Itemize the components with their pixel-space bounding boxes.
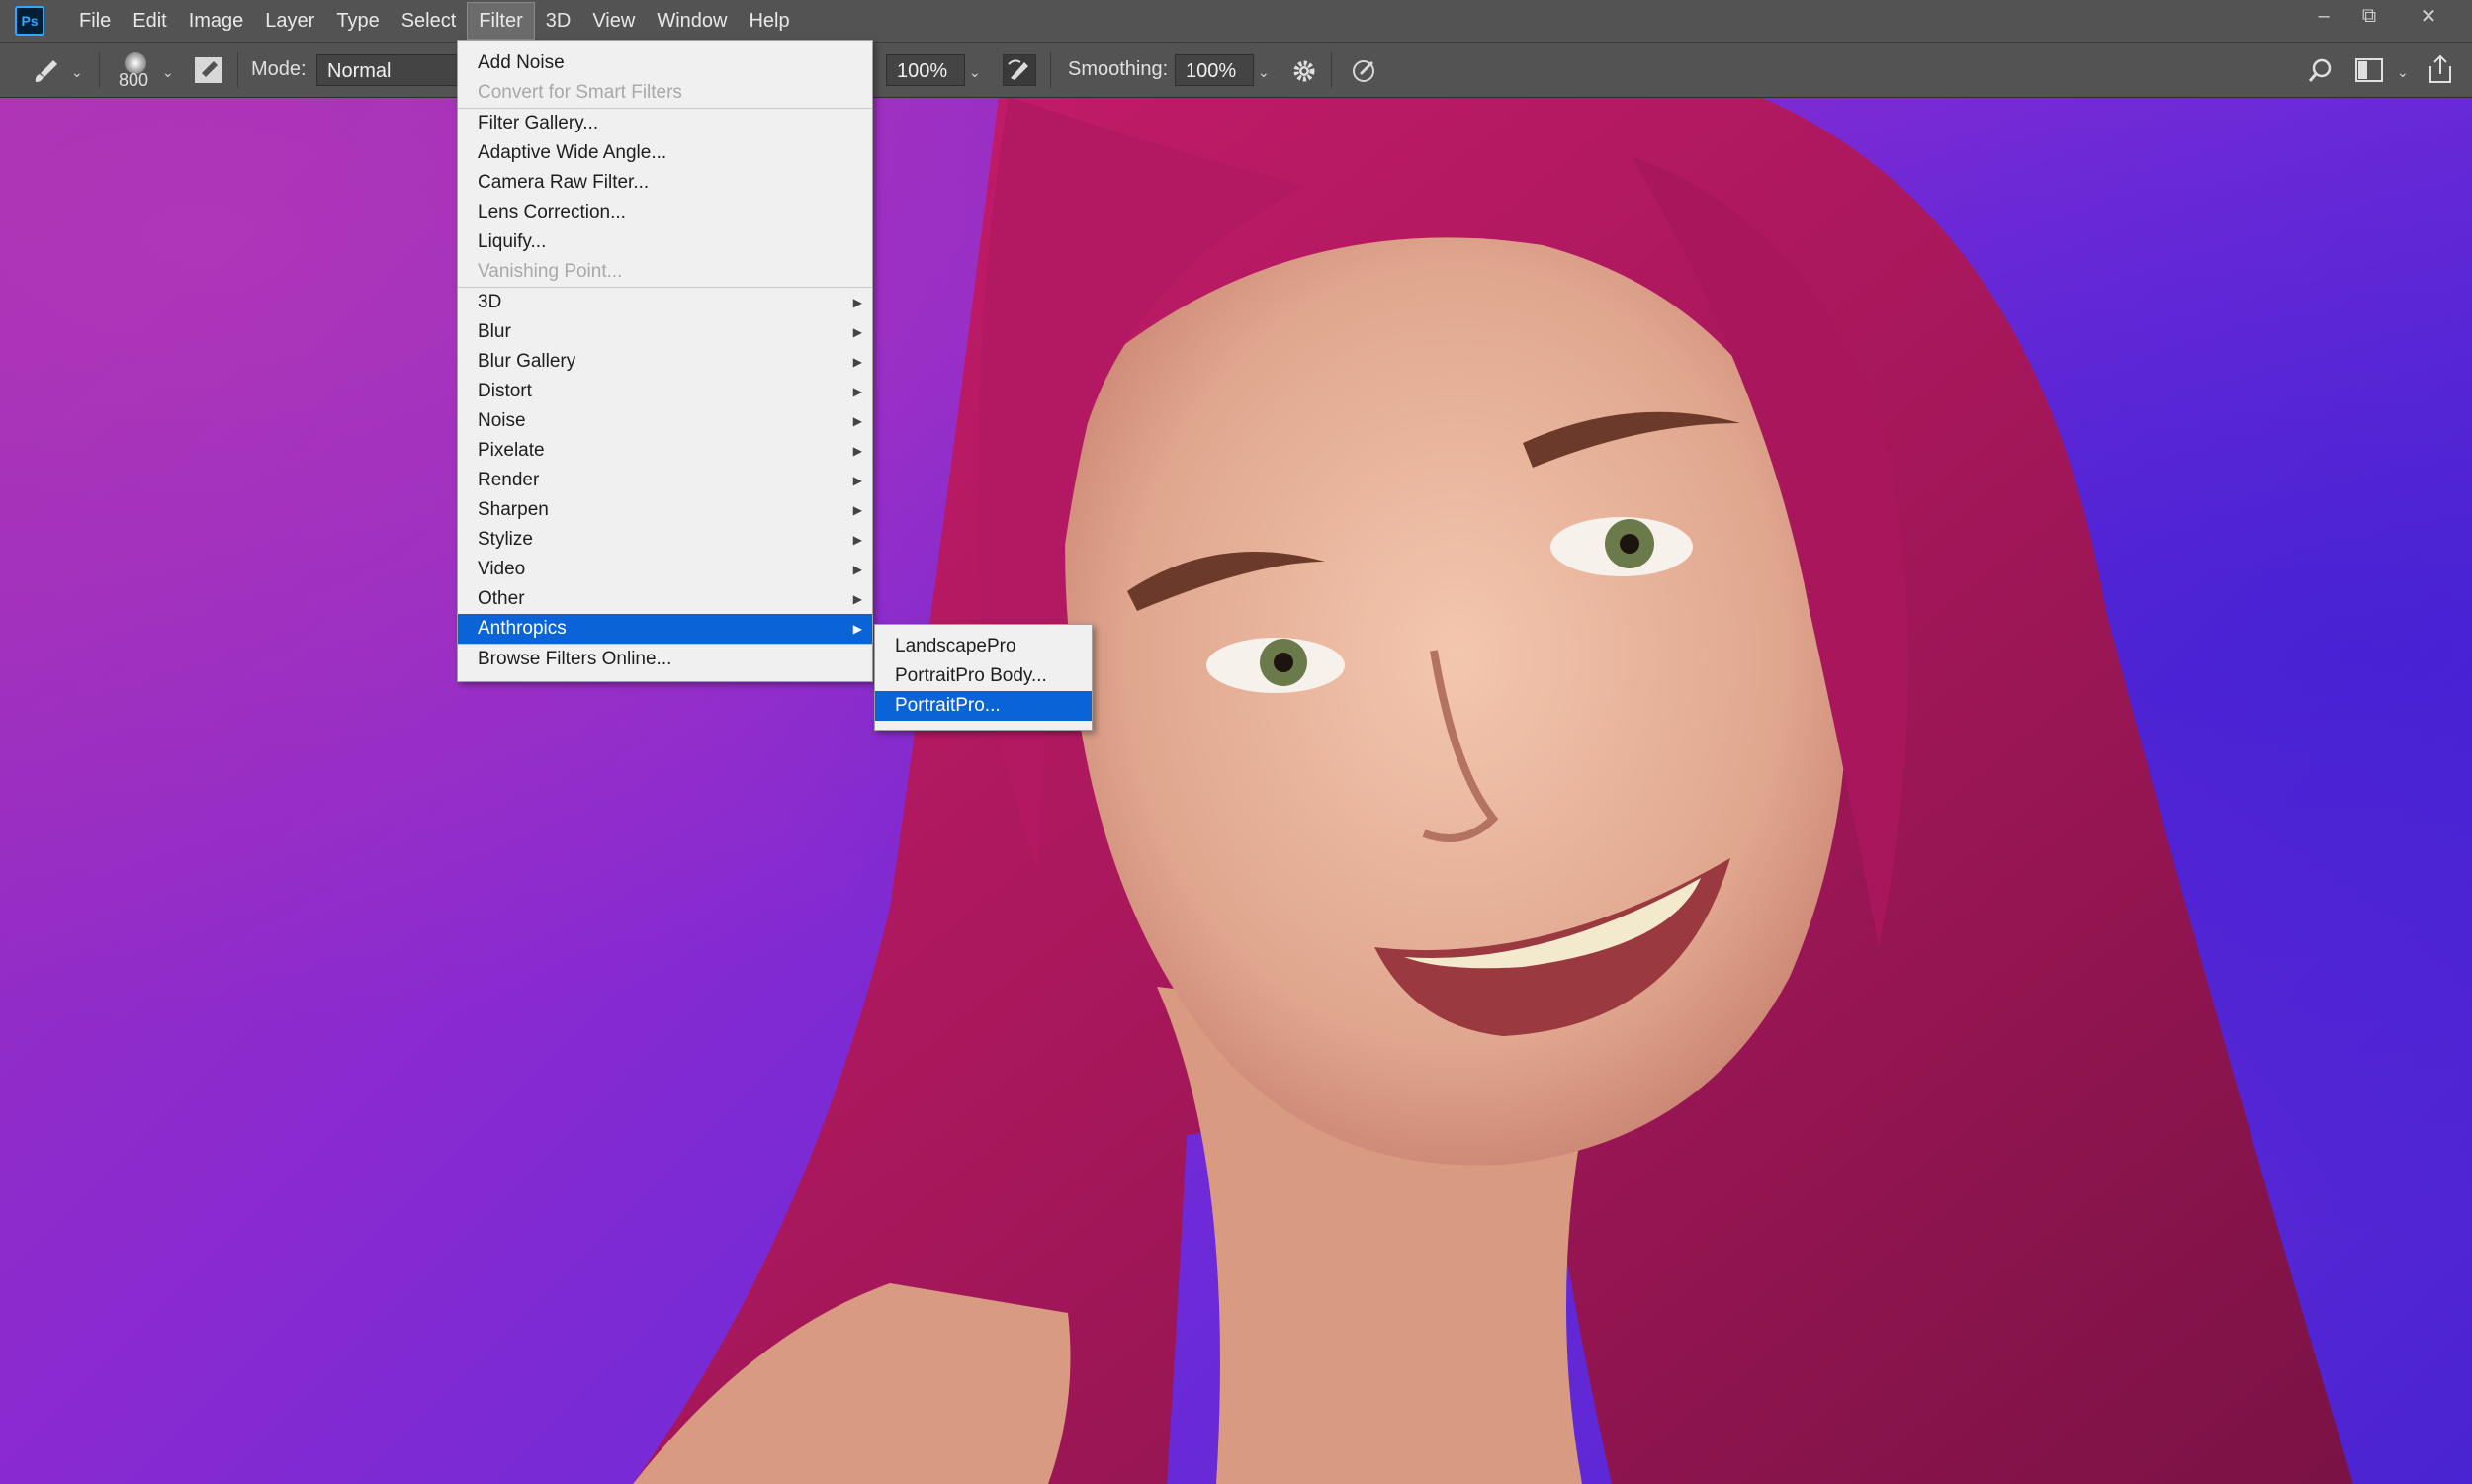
restore-button[interactable]: ⧉ bbox=[2340, 0, 2399, 32]
share-icon[interactable] bbox=[2427, 54, 2454, 84]
settings-gear-icon[interactable] bbox=[1291, 58, 1317, 84]
menu-item-label: Other bbox=[478, 588, 525, 609]
menu-item-label: Video bbox=[478, 559, 526, 579]
toggle-brush-panel-icon[interactable] bbox=[194, 56, 223, 84]
menu-item-add-noise[interactable]: Add Noise bbox=[458, 48, 872, 78]
menu-item-camera-raw-filter[interactable]: Camera Raw Filter... bbox=[458, 168, 872, 198]
search-icon[interactable] bbox=[2308, 58, 2334, 84]
menu-item-label: Render bbox=[478, 470, 540, 490]
submenu-arrow-icon: ▶ bbox=[852, 533, 862, 547]
submenu-item-portraitpro-body[interactable]: PortraitPro Body... bbox=[875, 661, 1092, 691]
submenu-arrow-icon: ▶ bbox=[852, 385, 862, 398]
submenu-arrow-icon: ▶ bbox=[852, 592, 862, 606]
menu-item-convert-smart-filters[interactable]: Convert for Smart Filters bbox=[458, 78, 872, 108]
menu-type[interactable]: Type bbox=[325, 3, 390, 39]
menu-item-sharpen[interactable]: Sharpen ▶ bbox=[458, 495, 872, 525]
menu-item-label: Anthropics bbox=[478, 618, 567, 639]
mode-select[interactable]: Normal bbox=[316, 54, 465, 86]
submenu-arrow-icon: ▶ bbox=[852, 474, 862, 487]
submenu-item-landscapepro[interactable]: LandscapePro bbox=[875, 632, 1092, 661]
menu-item-liquify[interactable]: Liquify... bbox=[458, 227, 872, 257]
menu-3d[interactable]: 3D bbox=[535, 3, 582, 39]
menu-view[interactable]: View bbox=[581, 3, 646, 39]
brush-icon[interactable] bbox=[32, 56, 61, 86]
options-bar: ⌄ 800 ⌄ Mode: Normal 100% ⌄ Smoothing: 1… bbox=[0, 43, 2472, 98]
workspace-icon[interactable] bbox=[2355, 58, 2383, 82]
menu-item-stylize[interactable]: Stylize ▶ bbox=[458, 525, 872, 555]
menu-item-blur-gallery[interactable]: Blur Gallery ▶ bbox=[458, 347, 872, 377]
menu-item-anthropics[interactable]: Anthropics ▶ bbox=[458, 614, 872, 644]
menu-item-adaptive-wide-angle[interactable]: Adaptive Wide Angle... bbox=[458, 138, 872, 168]
menu-item-label: Sharpen bbox=[478, 499, 549, 520]
smoothing-field[interactable]: 100% bbox=[1175, 54, 1254, 86]
menu-item-render[interactable]: Render ▶ bbox=[458, 466, 872, 495]
menu-item-label: Stylize bbox=[478, 529, 533, 550]
menu-help[interactable]: Help bbox=[738, 3, 800, 39]
menu-item-label: Noise bbox=[478, 410, 526, 431]
submenu-arrow-icon: ▶ bbox=[852, 414, 862, 428]
submenu-arrow-icon: ▶ bbox=[852, 622, 862, 636]
photoshop-logo[interactable]: Ps bbox=[15, 6, 44, 36]
menu-item-label: Blur bbox=[478, 321, 511, 342]
menu-item-video[interactable]: Video ▶ bbox=[458, 555, 872, 584]
brush-preset-chevron-icon[interactable]: ⌄ bbox=[162, 60, 174, 84]
menu-item-label: Blur Gallery bbox=[478, 351, 576, 372]
menu-select[interactable]: Select bbox=[391, 3, 468, 39]
menu-bar: Ps File Edit Image Layer Type Select Fil… bbox=[0, 0, 2472, 43]
anthropics-submenu: LandscapePro PortraitPro Body... Portrai… bbox=[874, 624, 1093, 731]
menu-item-filter-gallery[interactable]: Filter Gallery... bbox=[458, 109, 872, 138]
menu-item-blur[interactable]: Blur ▶ bbox=[458, 317, 872, 347]
menu-item-other[interactable]: Other ▶ bbox=[458, 584, 872, 614]
submenu-arrow-icon: ▶ bbox=[852, 325, 862, 339]
menu-item-lens-correction[interactable]: Lens Correction... bbox=[458, 198, 872, 227]
menu-item-label: 3D bbox=[478, 292, 502, 312]
menu-filter[interactable]: Filter bbox=[467, 2, 535, 40]
menu-layer[interactable]: Layer bbox=[254, 3, 325, 39]
menu-image[interactable]: Image bbox=[178, 3, 255, 39]
mode-label: Mode: bbox=[251, 58, 307, 80]
menu-item-distort[interactable]: Distort ▶ bbox=[458, 377, 872, 406]
submenu-arrow-icon: ▶ bbox=[852, 355, 862, 369]
submenu-arrow-icon: ▶ bbox=[852, 503, 862, 517]
menu-item-3d[interactable]: 3D ▶ bbox=[458, 288, 872, 317]
menu-item-noise[interactable]: Noise ▶ bbox=[458, 406, 872, 436]
right-pupil bbox=[1620, 534, 1639, 554]
airbrush-icon[interactable] bbox=[1003, 54, 1036, 86]
portrait-photo bbox=[633, 97, 2353, 1484]
left-pupil bbox=[1274, 653, 1293, 672]
smoothing-label: Smoothing: bbox=[1068, 58, 1169, 80]
menu-item-browse-filters-online[interactable]: Browse Filters Online... bbox=[458, 645, 872, 674]
brush-size-value: 800 bbox=[119, 70, 149, 90]
close-button[interactable]: ✕ bbox=[2399, 0, 2458, 32]
submenu-arrow-icon: ▶ bbox=[852, 563, 862, 576]
menu-item-vanishing-point[interactable]: Vanishing Point... bbox=[458, 257, 872, 287]
symmetry-icon[interactable] bbox=[1351, 56, 1378, 84]
smoothing-chevron-icon[interactable]: ⌄ bbox=[1258, 60, 1270, 84]
menu-item-label: Pixelate bbox=[478, 440, 545, 461]
submenu-arrow-icon: ▶ bbox=[852, 296, 862, 309]
menu-file[interactable]: File bbox=[68, 3, 122, 39]
menu-edit[interactable]: Edit bbox=[122, 3, 177, 39]
menu-item-pixelate[interactable]: Pixelate ▶ bbox=[458, 436, 872, 466]
submenu-arrow-icon: ▶ bbox=[852, 444, 862, 458]
workspace-chevron-icon[interactable]: ⌄ bbox=[2397, 60, 2409, 84]
menu-window[interactable]: Window bbox=[646, 3, 738, 39]
menu-item-label: Distort bbox=[478, 381, 532, 401]
document-canvas[interactable] bbox=[0, 97, 2472, 1484]
submenu-item-portraitpro[interactable]: PortraitPro... bbox=[875, 691, 1092, 721]
tool-preset-chevron-icon[interactable]: ⌄ bbox=[71, 60, 83, 84]
flow-field[interactable]: 100% bbox=[886, 54, 965, 86]
flow-chevron-icon[interactable]: ⌄ bbox=[969, 60, 981, 84]
filter-menu: Add Noise Convert for Smart Filters Filt… bbox=[457, 40, 873, 682]
